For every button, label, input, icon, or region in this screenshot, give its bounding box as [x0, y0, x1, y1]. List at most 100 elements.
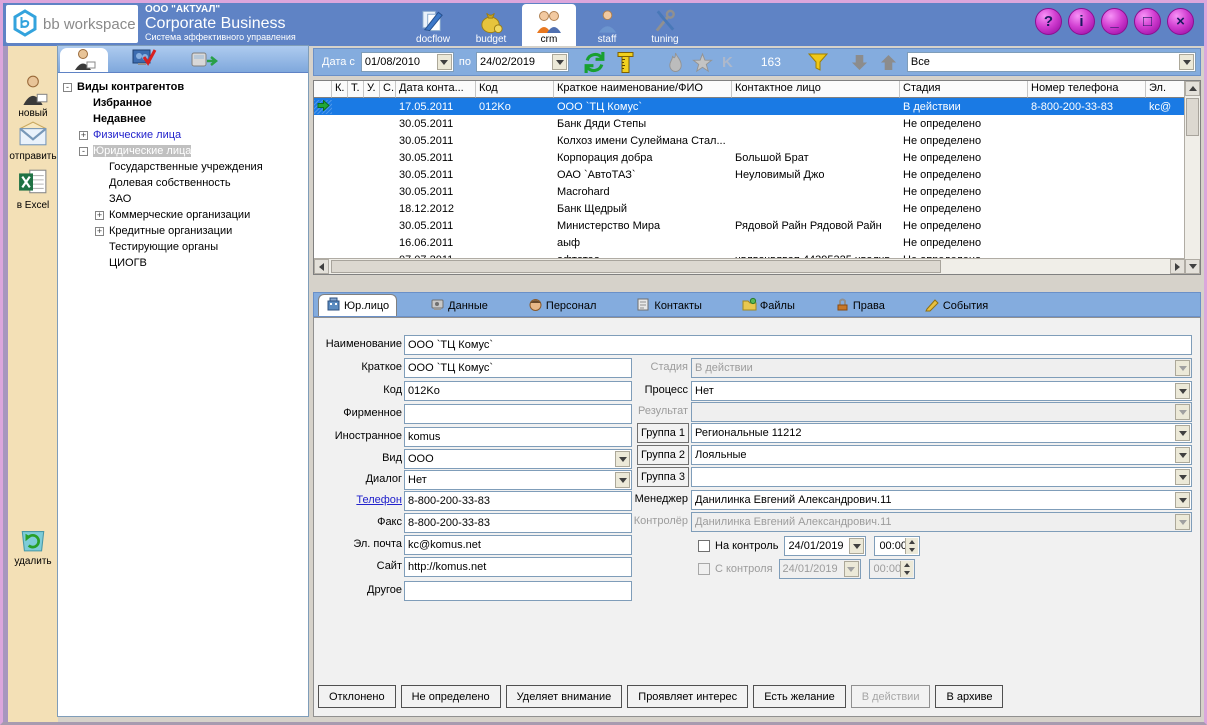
- group1-select[interactable]: Региональные 11212: [691, 423, 1192, 443]
- refresh-icon[interactable]: [583, 51, 606, 74]
- sidebar-action-excel[interactable]: в Excel: [8, 167, 58, 211]
- stage-button[interactable]: Есть желание: [753, 685, 846, 708]
- on-control-date[interactable]: 24/01/2019: [784, 536, 866, 556]
- column-header[interactable]: С.: [380, 81, 396, 98]
- module-docflow[interactable]: docflow: [406, 4, 460, 46]
- column-header[interactable]: Номер телефона: [1028, 81, 1146, 98]
- collapse-icon[interactable]: -: [63, 83, 72, 92]
- column-header[interactable]: У.: [364, 81, 380, 98]
- module-staff[interactable]: staff: [580, 4, 634, 46]
- group2-select[interactable]: Лояльные: [691, 445, 1192, 465]
- group1-dropdown-icon[interactable]: [1175, 425, 1190, 441]
- tree-tab-contractors[interactable]: [60, 48, 108, 72]
- table-row[interactable]: 16.06.2011аыфНе определено: [314, 234, 1200, 251]
- tree-item[interactable]: +Коммерческие организации: [58, 207, 308, 223]
- column-header[interactable]: Дата конта...: [396, 81, 476, 98]
- process-dropdown-icon[interactable]: [1175, 383, 1190, 399]
- table-row[interactable]: 30.05.2011Банк Дяди СтепыНе определено: [314, 115, 1200, 132]
- minimize-button[interactable]: _: [1101, 8, 1128, 35]
- table-row[interactable]: 18.12.2012Банк ЩедрыйНе определено: [314, 200, 1200, 217]
- sidebar-action-send[interactable]: отправить: [8, 120, 58, 162]
- tree-item[interactable]: -Юридические лица: [58, 143, 308, 159]
- group3-dropdown-icon[interactable]: [1175, 469, 1190, 485]
- date-from-select[interactable]: 01/08/2010: [361, 52, 454, 72]
- move-down-icon[interactable]: [851, 53, 868, 72]
- maximize-button[interactable]: □: [1134, 8, 1161, 35]
- filter-funnel-icon[interactable]: [807, 51, 829, 73]
- group3-button[interactable]: Группа 3: [637, 467, 689, 487]
- hscroll-thumb[interactable]: [331, 260, 941, 273]
- module-tuning[interactable]: tuning: [638, 4, 692, 46]
- column-header[interactable]: Код: [476, 81, 554, 98]
- email-field[interactable]: kc@komus.net: [404, 535, 632, 555]
- sidebar-action-delete[interactable]: удалить: [8, 523, 58, 567]
- expand-icon[interactable]: +: [95, 211, 104, 220]
- column-header[interactable]: Контактное лицо: [732, 81, 900, 98]
- group3-select[interactable]: [691, 467, 1192, 487]
- info-button[interactable]: i: [1068, 8, 1095, 35]
- table-row[interactable]: 30.05.2011Колхоз имени Сулеймана Стал...…: [314, 132, 1200, 149]
- tree-item[interactable]: Тестирующие органы: [58, 239, 308, 255]
- scroll-down-icon[interactable]: [1185, 259, 1200, 274]
- expand-icon[interactable]: +: [95, 227, 104, 236]
- column-header[interactable]: Стадия: [900, 81, 1028, 98]
- tree-item[interactable]: Долевая собственность: [58, 175, 308, 191]
- table-row[interactable]: 30.05.2011MacrohardНе определено: [314, 183, 1200, 200]
- stage-button[interactable]: Отклонено: [318, 685, 396, 708]
- tab-prava[interactable]: Права: [828, 295, 892, 316]
- vertical-scrollbar[interactable]: [1184, 81, 1200, 274]
- tree-tab-processing[interactable]: [120, 48, 168, 72]
- tree-item[interactable]: Избранное: [58, 95, 308, 111]
- date-to-dropdown-icon[interactable]: [552, 54, 567, 70]
- tree-item[interactable]: Недавнее: [58, 111, 308, 127]
- collapse-icon[interactable]: -: [79, 147, 88, 156]
- scope-dropdown-icon[interactable]: [1179, 54, 1194, 70]
- tab-sobytia[interactable]: События: [918, 295, 995, 316]
- tree-item[interactable]: ЗАО: [58, 191, 308, 207]
- help-button[interactable]: ?: [1035, 8, 1062, 35]
- site-field[interactable]: http://komus.net: [404, 557, 632, 577]
- scroll-left-icon[interactable]: [314, 259, 329, 274]
- tree-tab-calls[interactable]: [180, 48, 228, 72]
- manager-select[interactable]: Данилинка Евгений Александрович.11: [691, 490, 1192, 510]
- tree-item[interactable]: +Кредитные организации: [58, 223, 308, 239]
- date-to-select[interactable]: 24/02/2019: [476, 52, 569, 72]
- tab-personal[interactable]: Персонал: [521, 295, 604, 316]
- table-row[interactable]: 30.05.2011ОАО `АвтоТАЗ`Неуловимый ДжоНе …: [314, 166, 1200, 183]
- ruler-icon[interactable]: [614, 51, 636, 74]
- sidebar-action-new[interactable]: новый: [8, 73, 58, 119]
- table-row[interactable]: 30.05.2011Корпорация добраБольшой БратНе…: [314, 149, 1200, 166]
- scope-select[interactable]: Все: [907, 52, 1196, 72]
- column-header[interactable]: Краткое наименование/ФИО: [554, 81, 732, 98]
- scroll-right-icon[interactable]: [1170, 259, 1185, 274]
- on-control-date-dropdown-icon[interactable]: [849, 538, 864, 554]
- tree-item[interactable]: ЦИОГВ: [58, 255, 308, 271]
- horizontal-scrollbar[interactable]: [314, 258, 1185, 274]
- on-control-checkbox[interactable]: [698, 540, 710, 552]
- tab-kontakty[interactable]: Контакты: [629, 295, 709, 316]
- group2-button[interactable]: Группа 2: [637, 445, 689, 465]
- name-field[interactable]: ООО `ТЦ Комус`: [404, 335, 1192, 355]
- table-row[interactable]: 17.05.2011012KoООО `ТЦ Комус`В действии8…: [314, 98, 1200, 115]
- stage-button[interactable]: В архиве: [935, 685, 1003, 708]
- expand-icon[interactable]: +: [79, 131, 88, 140]
- column-header[interactable]: К.: [332, 81, 348, 98]
- stage-button[interactable]: Проявляет интерес: [627, 685, 748, 708]
- move-up-icon[interactable]: [880, 53, 897, 72]
- stage-button[interactable]: Уделяет внимание: [506, 685, 623, 708]
- stage-button[interactable]: Не определено: [401, 685, 501, 708]
- table-row[interactable]: 30.05.2011Министерство МираРядовой Райн …: [314, 217, 1200, 234]
- vscroll-thumb[interactable]: [1186, 98, 1199, 136]
- on-control-time[interactable]: 00:00: [874, 536, 920, 556]
- column-header[interactable]: [314, 81, 332, 98]
- tree-item[interactable]: +Физические лица: [58, 127, 308, 143]
- tree-item[interactable]: Государственные учреждения: [58, 159, 308, 175]
- group1-button[interactable]: Группа 1: [637, 423, 689, 443]
- close-button[interactable]: ×: [1167, 8, 1194, 35]
- tab-jurlico[interactable]: Юр.лицо: [318, 294, 397, 316]
- tab-faily[interactable]: Файлы: [735, 295, 802, 316]
- tree-item[interactable]: -Виды контрагентов: [58, 79, 308, 95]
- column-header[interactable]: Т.: [348, 81, 364, 98]
- tab-dannye[interactable]: Данные: [423, 295, 495, 316]
- module-crm[interactable]: crm: [522, 4, 576, 46]
